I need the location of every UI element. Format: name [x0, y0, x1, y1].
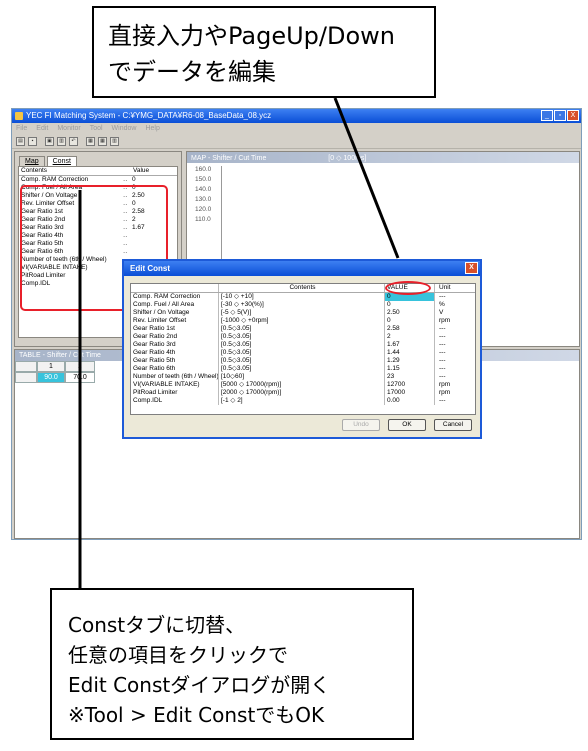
pointer-line-top [333, 97, 400, 259]
pointer-lines [78, 97, 400, 588]
